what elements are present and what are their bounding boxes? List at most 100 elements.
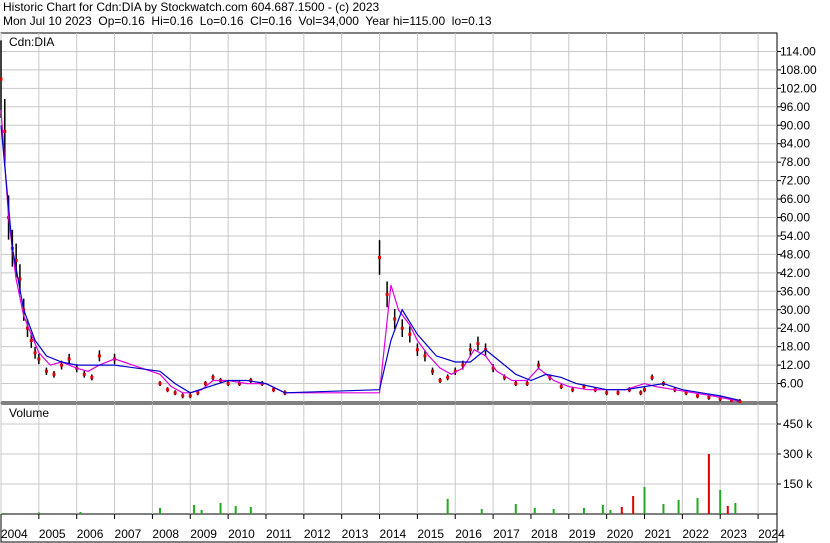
- year-label: 2005: [39, 527, 66, 541]
- volume-tick-label: 300 k: [783, 447, 813, 461]
- year-label: 2007: [115, 527, 142, 541]
- volume-bar: [643, 487, 646, 514]
- close-marker: [158, 382, 162, 386]
- price-tick-label: 72.00: [780, 174, 810, 188]
- volume-bar: [620, 507, 623, 514]
- close-marker: [639, 391, 643, 395]
- year-label: 2012: [304, 527, 331, 541]
- volume-bar: [609, 510, 612, 514]
- price-tick-label: 36.00: [780, 284, 810, 298]
- close-marker: [514, 382, 518, 386]
- volume-bar: [719, 490, 722, 514]
- volume-bar: [158, 508, 161, 514]
- volume-bar: [200, 510, 203, 514]
- close-marker: [400, 326, 404, 330]
- close-marker: [166, 388, 170, 392]
- price-tick-label: 102.00: [780, 81, 817, 95]
- volume-panel-frame: [0, 403, 778, 515]
- close-marker: [431, 369, 435, 373]
- close-marker: [707, 395, 711, 399]
- year-label: 2024: [758, 527, 785, 541]
- price-tick-label: 108.00: [780, 63, 817, 77]
- volume-bar: [662, 504, 665, 514]
- volume-bar: [601, 505, 604, 514]
- close-marker: [67, 357, 71, 361]
- volume-bar: [249, 507, 252, 514]
- volume-bar: [707, 454, 710, 514]
- close-marker: [203, 382, 207, 386]
- close-marker: [605, 391, 609, 395]
- price-tick-label: 78.00: [780, 155, 810, 169]
- price-tick-label: 6.00: [780, 377, 804, 391]
- close-marker: [90, 375, 94, 379]
- close-marker: [173, 391, 177, 395]
- price-tick-label: 84.00: [780, 137, 810, 151]
- price-tick-label: 12.00: [780, 358, 810, 372]
- close-marker: [29, 339, 33, 342]
- volume-bar: [234, 506, 237, 514]
- volume-bar: [446, 499, 449, 514]
- price-tick-label: 96.00: [780, 100, 810, 114]
- close-marker: [44, 369, 48, 373]
- year-label: 2018: [531, 527, 558, 541]
- close-marker: [537, 363, 541, 367]
- close-marker: [0, 77, 3, 81]
- price-tick-label: 18.00: [780, 340, 810, 354]
- close-marker: [211, 375, 215, 379]
- year-label: 2004: [1, 527, 28, 541]
- volume-tick-label: 150 k: [783, 477, 813, 491]
- year-label: 2013: [342, 527, 369, 541]
- volume-bar: [734, 503, 737, 514]
- volume-bar: [3, 513, 6, 514]
- year-label: 2011: [266, 527, 292, 541]
- close-marker: [476, 342, 480, 346]
- close-marker: [3, 129, 7, 133]
- year-label: 2010: [228, 527, 255, 541]
- price-tick-label: 24.00: [780, 321, 810, 335]
- volume-bar: [632, 496, 635, 514]
- volume-bar: [677, 500, 680, 514]
- year-label: 2020: [607, 527, 634, 541]
- year-label: 2021: [645, 527, 672, 541]
- close-marker: [468, 348, 472, 352]
- price-tick-label: 30.00: [780, 303, 810, 317]
- volume-bar: [193, 505, 196, 514]
- year-label: 2022: [682, 527, 709, 541]
- volume-label: Volume: [9, 406, 49, 420]
- price-tick-label: 60.00: [780, 211, 810, 225]
- volume-bar: [219, 503, 222, 514]
- symbol-label: Cdn:DIA: [9, 35, 54, 49]
- volume-bar: [480, 509, 483, 514]
- volume-bar: [552, 509, 555, 514]
- close-marker: [643, 388, 647, 392]
- close-marker: [52, 372, 56, 376]
- close-marker: [181, 394, 185, 398]
- year-label: 2015: [417, 527, 444, 541]
- close-marker: [272, 388, 276, 392]
- volume-bar: [696, 498, 699, 514]
- close-marker: [571, 388, 575, 392]
- volume-bar: [79, 512, 82, 514]
- price-tick-label: 66.00: [780, 192, 810, 206]
- year-label: 2019: [569, 527, 596, 541]
- close-marker: [446, 375, 450, 379]
- close-marker: [60, 363, 64, 367]
- volume-bar: [726, 506, 729, 514]
- close-marker: [226, 382, 230, 386]
- close-marker: [408, 332, 412, 336]
- price-tick-label: 114.00: [780, 44, 816, 58]
- year-label: 2023: [720, 527, 747, 541]
- close-marker: [525, 382, 529, 386]
- year-label: 2006: [77, 527, 104, 541]
- volume-bar: [514, 504, 517, 514]
- close-marker: [616, 391, 620, 395]
- close-marker: [188, 394, 192, 398]
- volume-tick-label: 450 k: [783, 417, 813, 431]
- close-marker: [393, 317, 397, 321]
- close-marker: [650, 375, 654, 379]
- year-label: 2009: [190, 527, 217, 541]
- close-marker: [33, 351, 37, 355]
- close-marker: [82, 372, 86, 376]
- price-tick-label: 42.00: [780, 266, 810, 280]
- close-marker: [18, 277, 22, 281]
